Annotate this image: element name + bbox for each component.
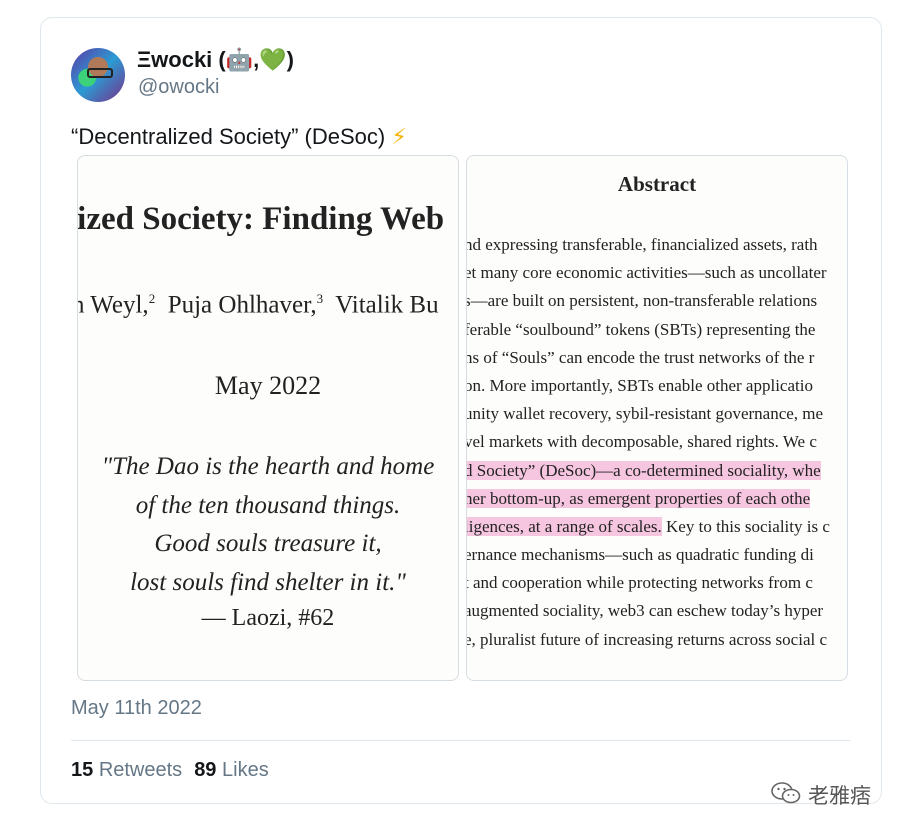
abstract-line: et many core economic activities—such as…	[466, 263, 827, 283]
abstract-line-tail: Key to this sociality is c	[661, 516, 830, 536]
likes-label: Likes	[222, 759, 269, 781]
watermark: 老雅痞	[770, 778, 886, 812]
abstract-line: ns of “Souls” can encode the trust netwo…	[466, 347, 815, 367]
abstract-line: ernance mechanisms—such as quadratic fun…	[466, 545, 814, 565]
author-3: Vitalik Bu	[335, 291, 439, 319]
avatar[interactable]	[71, 48, 125, 102]
abstract-line: unity wallet recovery, sybil-resistant g…	[466, 404, 824, 424]
abstract-line: on. More importantly, SBTs enable other …	[466, 375, 813, 395]
wechat-icon	[770, 780, 802, 811]
quote-attribution: — Laozi, #62	[201, 605, 335, 631]
abstract-line: e, pluralist future of increasing return…	[466, 629, 828, 649]
author-name[interactable]: Ξwocki (🤖,💚)	[137, 47, 294, 73]
author-2: Puja Ohlhaver,	[167, 291, 317, 319]
lightning-icon: ⚡	[391, 124, 407, 149]
paper-quote: "The Dao is the hearth and home of the t…	[78, 448, 458, 602]
retweets-count: 15	[71, 759, 94, 781]
author-handle[interactable]: @owocki	[138, 76, 219, 99]
paper-title: lized Society: Finding Web	[77, 201, 445, 237]
abstract-line: augmented sociality, web3 can eschew tod…	[466, 601, 824, 621]
author-2-affiliation: 3	[316, 291, 324, 306]
abstract-line: t and cooperation while protecting netwo…	[466, 573, 813, 593]
abstract-heading: Abstract	[617, 172, 697, 196]
retweets-label: Retweets	[98, 759, 183, 781]
abstract-line: vel markets with decomposable, shared ri…	[466, 432, 817, 452]
quote-line: "The Dao is the hearth and home	[101, 453, 435, 480]
abstract-line-highlighted: d Society” (DeSoc)—a co-determined socia…	[466, 457, 830, 485]
media-image-paper-title[interactable]: lized Society: Finding Web n Weyl,2 Puja…	[77, 155, 459, 681]
abstract-text: nd expressing transferable, financialize…	[466, 231, 830, 654]
paper-authors: n Weyl,2 Puja Ohlhaver,3 Vitalik Bu	[77, 291, 439, 319]
watermark-label: 老雅痞	[808, 785, 871, 808]
tweet-text: “Decentralized Society” (DeSoc) ⚡	[71, 124, 407, 150]
quote-line: Good souls treasure it,	[154, 530, 382, 557]
media-image-abstract[interactable]: Abstract nd expressing transferable, fin…	[466, 155, 848, 681]
tweet-stats: 15 Retweets 89 Likes	[71, 759, 269, 782]
quote-line: lost souls find shelter in it."	[130, 568, 406, 596]
tweet-date[interactable]: May 11th 2022	[71, 697, 202, 720]
likes-stat[interactable]: 89 Likes	[194, 759, 269, 781]
author-1-affiliation: 2	[148, 291, 156, 306]
highlight: ligences, at a range of scales.	[466, 516, 662, 536]
retweets-stat[interactable]: 15 Retweets	[71, 759, 182, 781]
abstract-line-highlighted: her bottom-up, as emergent properties of…	[466, 485, 830, 513]
abstract-line-highlighted: ligences, at a range of scales. Key to t…	[466, 513, 830, 541]
highlight: d Society” (DeSoc)—a co-determined socia…	[466, 460, 821, 480]
tweet-text-body: “Decentralized Society” (DeSoc)	[71, 124, 386, 149]
avatar-glasses-detail	[87, 68, 113, 78]
quote-line: of the ten thousand things.	[135, 491, 401, 519]
highlight: her bottom-up, as emergent properties of…	[466, 488, 811, 508]
paper-date: May 2022	[214, 371, 322, 400]
abstract-line: nd expressing transferable, financialize…	[466, 235, 818, 254]
author-1: n Weyl,	[77, 291, 149, 319]
abstract-line: ferable “soulbound” tokens (SBTs) repres…	[466, 319, 816, 339]
likes-count: 89	[194, 759, 217, 781]
abstract-line: s—are built on persistent, non-transfera…	[466, 291, 818, 311]
divider	[71, 740, 850, 741]
